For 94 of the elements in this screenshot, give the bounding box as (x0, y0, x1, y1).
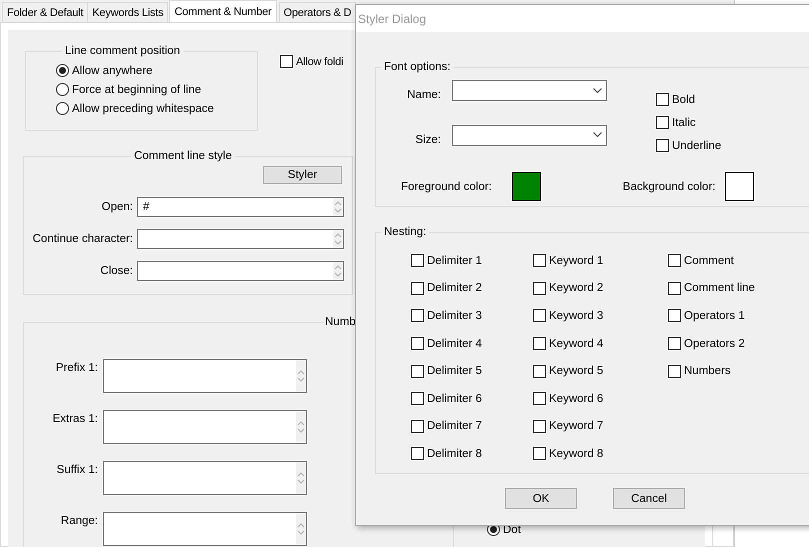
checkbox[interactable] (411, 282, 424, 295)
group-title: Font options: (383, 61, 452, 73)
input-field[interactable] (137, 229, 344, 249)
checkbox[interactable] (411, 254, 424, 268)
dialog-button[interactable]: Cancel (613, 488, 685, 509)
field-label: Continue character: (32, 233, 133, 245)
checkbox[interactable] (411, 309, 424, 322)
radio-button[interactable] (56, 64, 69, 77)
field-label: Background color: (622, 180, 716, 192)
field-label: Prefix 1: (54, 361, 98, 374)
checkbox[interactable] (668, 309, 681, 322)
field-label: Suffix 1: (56, 463, 98, 476)
input-field[interactable] (103, 410, 307, 444)
checkbox-label: Operators 1 (684, 310, 745, 322)
color-swatch[interactable] (512, 172, 541, 201)
checkbox[interactable] (668, 364, 681, 378)
checkbox[interactable] (668, 337, 681, 350)
input-field[interactable] (103, 461, 307, 495)
checkbox[interactable] (533, 420, 546, 433)
checkbox-label: Underline (672, 140, 722, 152)
checkbox-label: Delimiter 5 (427, 365, 482, 378)
tab[interactable]: Operators & D (278, 2, 356, 22)
checkbox[interactable] (533, 254, 546, 268)
checkbox-label: Allow foldi (296, 56, 344, 68)
checkbox[interactable] (411, 364, 424, 378)
field-value: # (143, 201, 150, 213)
checkbox[interactable] (533, 447, 546, 460)
checkbox[interactable] (656, 139, 669, 152)
checkbox-label: Keyword 5 (549, 365, 604, 378)
checkbox-label: Delimiter 2 (427, 282, 482, 294)
tab[interactable]: Keywords Lists (87, 2, 168, 22)
checkbox-label: Delimiter 3 (427, 310, 482, 322)
checkbox[interactable] (668, 282, 681, 295)
dropdown[interactable] (452, 80, 607, 101)
dropdown[interactable] (452, 124, 607, 146)
group-title: Comment line style (133, 150, 233, 162)
checkbox-label: Keyword 6 (549, 392, 604, 405)
checkbox-label: Operators 2 (684, 338, 745, 350)
field-label: Close: (99, 265, 133, 277)
checkbox[interactable] (280, 55, 293, 68)
field-label: Name: (406, 89, 441, 102)
checkbox-label: Keyword 2 (549, 282, 604, 294)
checkbox-label: Keyword 1 (549, 254, 604, 267)
caret-icon (593, 132, 602, 138)
checkbox[interactable] (411, 337, 424, 350)
field-label: Foreground color: (401, 180, 492, 192)
checkbox-label: Italic (672, 116, 696, 128)
checkbox[interactable] (411, 392, 424, 406)
radio-label: Force at beginning of line (72, 84, 202, 96)
input-field[interactable] (137, 261, 344, 281)
tab[interactable]: Folder & Default (2, 2, 88, 22)
checkbox-label: Numbers (684, 365, 731, 378)
radio-button[interactable] (56, 83, 69, 96)
checkbox[interactable] (533, 309, 546, 322)
checkbox-label: Delimiter 4 (427, 338, 482, 350)
field-label: Size: (414, 134, 441, 146)
field-label: Range: (60, 514, 98, 527)
input-field[interactable]: # (137, 197, 344, 217)
field-label: Open: (100, 201, 133, 213)
checkbox[interactable] (533, 364, 546, 378)
color-swatch[interactable] (725, 172, 754, 201)
checkbox[interactable] (656, 116, 669, 129)
checkbox-label: Delimiter 6 (427, 392, 482, 405)
checkbox-label: Keyword 7 (549, 420, 604, 432)
checkbox-label: Keyword 4 (549, 338, 604, 350)
checkbox-label: Bold (672, 94, 696, 106)
radio-label: Allow anywhere (72, 64, 153, 76)
radio-button[interactable] (56, 102, 69, 115)
input-field[interactable] (103, 359, 307, 393)
checkbox-label: Delimiter 7 (427, 420, 482, 432)
checkbox-label: Keyword 3 (549, 310, 604, 322)
checkbox[interactable] (656, 93, 669, 106)
checkbox-label: Keyword 8 (549, 448, 604, 460)
checkbox[interactable] (533, 337, 546, 350)
group-title: Nesting: (383, 226, 428, 238)
input-field[interactable] (103, 512, 307, 546)
checkbox-label: Comment line (684, 282, 755, 294)
group-title: Line comment position (64, 45, 182, 57)
checkbox-label: Delimiter 8 (427, 448, 482, 460)
checkbox[interactable] (411, 447, 424, 460)
dialog-button[interactable]: OK (505, 488, 577, 509)
field-label: Extras 1: (52, 412, 98, 425)
checkbox[interactable] (533, 282, 546, 295)
window-title: Styler Dialog (358, 12, 426, 26)
checkbox[interactable] (668, 254, 681, 268)
checkbox[interactable] (411, 420, 424, 433)
checkbox-label: Comment (684, 254, 734, 267)
styler-button[interactable]: Styler (263, 166, 342, 184)
radio-label: Allow preceding whitespace (72, 102, 214, 114)
tab[interactable]: Comment & Number (169, 0, 277, 22)
caret-icon (593, 88, 602, 94)
checkbox[interactable] (533, 392, 546, 406)
checkbox-label: Delimiter 1 (427, 254, 482, 267)
group-title: Numb (324, 316, 357, 328)
